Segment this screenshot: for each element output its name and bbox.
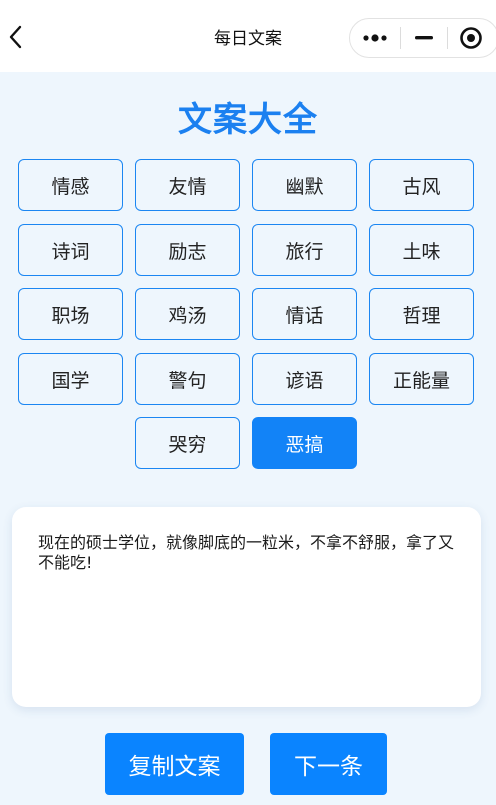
category-tag[interactable]: 恶搞: [252, 417, 357, 469]
quote-card: 现在的硕士学位，就像脚底的一粒米，不拿不舒服，拿了又不能吃!: [12, 507, 481, 707]
quote-text: 现在的硕士学位，就像脚底的一粒米，不拿不舒服，拿了又不能吃!: [38, 533, 455, 572]
close-button[interactable]: [448, 19, 494, 57]
category-tag[interactable]: 古风: [369, 159, 474, 211]
navigation-bar: 每日文案: [0, 0, 496, 72]
category-tag[interactable]: 情感: [18, 159, 123, 211]
next-button[interactable]: 下一条: [270, 733, 387, 795]
category-tag[interactable]: 诗词: [18, 224, 123, 276]
target-circle-icon: [460, 27, 482, 49]
category-tag[interactable]: 旅行: [252, 224, 357, 276]
category-tag[interactable]: 谚语: [252, 353, 357, 405]
category-tag[interactable]: 哭穷: [135, 417, 240, 469]
category-tag[interactable]: 励志: [135, 224, 240, 276]
category-tag[interactable]: 国学: [18, 353, 123, 405]
category-tag[interactable]: 幽默: [252, 159, 357, 211]
category-tag[interactable]: 正能量: [369, 353, 474, 405]
category-tag[interactable]: 哲理: [369, 288, 474, 340]
minimize-button[interactable]: [401, 19, 447, 57]
copy-button[interactable]: 复制文案: [105, 733, 244, 795]
category-tag[interactable]: 友情: [135, 159, 240, 211]
category-tag[interactable]: 警句: [135, 353, 240, 405]
mini-program-capsule: [349, 18, 496, 58]
more-button[interactable]: [350, 19, 400, 57]
category-tag[interactable]: 职场: [18, 288, 123, 340]
more-dots-icon: [363, 34, 387, 42]
minimize-icon: [415, 36, 433, 40]
page-title: 文案大全: [178, 100, 318, 140]
category-tag[interactable]: 土味: [369, 224, 474, 276]
category-tag[interactable]: 情话: [252, 288, 357, 340]
category-tag[interactable]: 鸡汤: [135, 288, 240, 340]
